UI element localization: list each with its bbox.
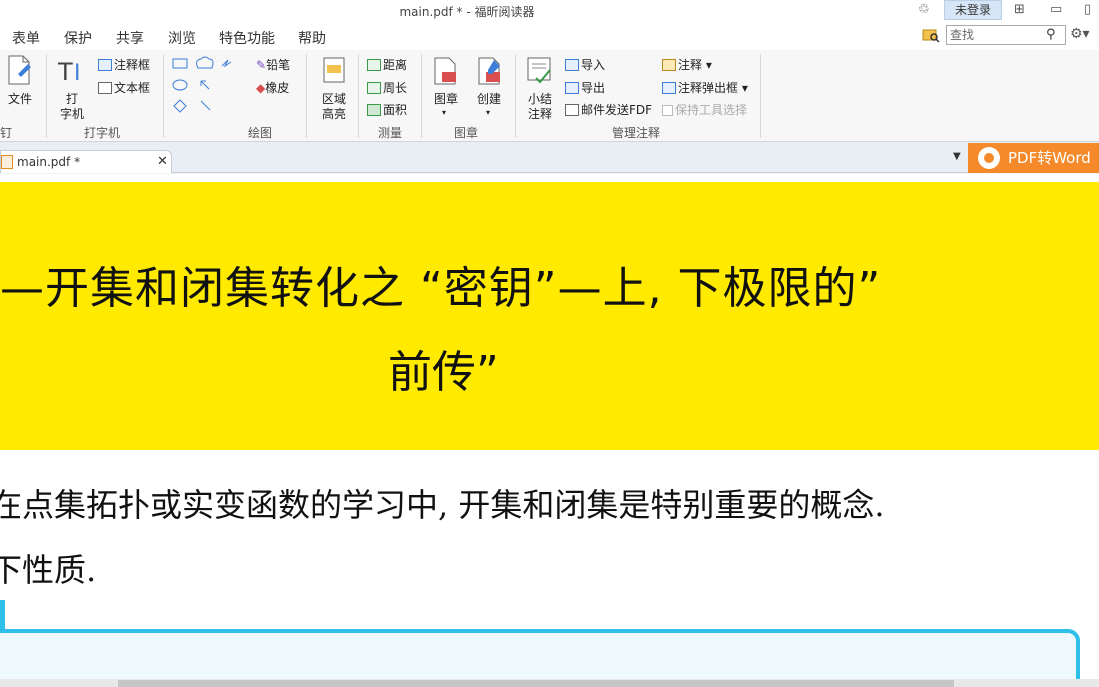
area-highlight-icon[interactable] xyxy=(322,56,346,84)
document-viewport[interactable] xyxy=(0,174,1099,687)
popup-dropdown[interactable]: 注释弹出框 ▾ xyxy=(662,79,748,96)
import-icon xyxy=(565,59,579,71)
menu-help[interactable]: 帮助 xyxy=(298,28,326,48)
file-label: 文件 xyxy=(8,92,33,106)
pencil-tool[interactable]: ✎铅笔 xyxy=(256,56,290,73)
perimeter-tool[interactable]: 周长 xyxy=(367,79,407,96)
pin-group-label: 钉 xyxy=(0,126,13,140)
measure-group-label: 测量 xyxy=(378,126,403,140)
summary-label-2: 注释 xyxy=(528,107,553,121)
document-heading-line-2: 前传” xyxy=(388,347,499,398)
title-bar: main.pdf * - 福昕阅读器 ♲ 未登录 ⊞ ▭ ▯ xyxy=(0,0,1099,22)
export-icon xyxy=(565,82,579,94)
menu-form[interactable]: 表单 xyxy=(12,28,40,48)
stamp-icon[interactable] xyxy=(432,56,460,86)
checkbox-icon xyxy=(662,105,673,116)
separator xyxy=(358,54,359,138)
stamp-dropdown-icon[interactable]: ▾ xyxy=(442,105,446,120)
eraser-tool[interactable]: ◆橡皮 xyxy=(256,79,289,96)
document-tab-strip: main.pdf * ✕ xyxy=(0,142,1099,173)
typewriter-icon[interactable]: T I xyxy=(58,58,88,84)
note-box-tool[interactable]: 注释框 xyxy=(98,56,150,73)
stamp-group-label: 图章 xyxy=(454,126,479,140)
separator xyxy=(163,54,164,138)
file-pin-icon[interactable] xyxy=(6,54,34,86)
pdf-file-icon xyxy=(1,155,13,169)
shape-tools[interactable] xyxy=(170,56,242,116)
email-icon xyxy=(565,104,579,116)
typewriter-label-2: 字机 xyxy=(60,107,85,121)
area-highlight-label-2: 高亮 xyxy=(322,107,347,121)
import-tool[interactable]: 导入 xyxy=(565,56,605,73)
ribbon-toolbar: 文件 钉 T I 打 字机 注释框 文本框 打字机 ✎铅笔 ◆橡皮 绘图 区域 … xyxy=(0,50,1099,142)
menu-protect[interactable]: 保护 xyxy=(64,28,92,48)
create-dropdown-icon[interactable]: ▾ xyxy=(486,105,490,120)
svg-text:T: T xyxy=(58,58,73,84)
annotation-icon xyxy=(662,59,676,71)
maximize-icon[interactable]: ▯ xyxy=(1084,2,1091,17)
eraser-icon: ◆ xyxy=(256,81,266,95)
draw-group-label: 绘图 xyxy=(248,126,273,140)
pencil-icon: ✎ xyxy=(256,58,267,72)
create-stamp-icon[interactable] xyxy=(476,56,504,86)
document-heading-line-1: —开集和闭集转化之 “密钥”—上, 下极限的” xyxy=(0,263,882,314)
popup-icon xyxy=(662,82,676,94)
summary-label-1: 小结 xyxy=(528,92,553,106)
minimize-icon[interactable]: ▭ xyxy=(1050,2,1062,17)
area-highlight-label-1: 区域 xyxy=(322,92,347,106)
folder-search-icon[interactable] xyxy=(922,27,940,43)
menu-share[interactable]: 共享 xyxy=(116,28,144,48)
separator xyxy=(46,54,47,138)
perimeter-icon xyxy=(367,82,381,94)
gear-icon[interactable]: ⚙▾ xyxy=(1070,26,1090,42)
layout-icon[interactable]: ⊞ xyxy=(1014,2,1025,17)
separator xyxy=(306,54,307,138)
document-tab-label: main.pdf * xyxy=(17,155,81,169)
area-icon xyxy=(367,104,381,116)
svg-text:I: I xyxy=(74,61,81,84)
separator xyxy=(760,54,761,138)
ruler-icon xyxy=(367,59,381,71)
bell-icon[interactable]: ♲ xyxy=(918,2,930,17)
pdf-to-word-logo-icon xyxy=(978,147,1000,169)
separator xyxy=(515,54,516,138)
note-box-icon xyxy=(98,59,112,71)
window-title: main.pdf * - 福昕阅读器 xyxy=(399,5,535,19)
tab-list-dropdown-icon[interactable]: ▼ xyxy=(953,151,961,162)
annotation-dropdown[interactable]: 注释 ▾ xyxy=(662,56,712,73)
summary-annotation-icon[interactable] xyxy=(526,56,554,86)
typewriter-label-1: 打 xyxy=(66,92,79,106)
document-body-line-2: 下性质. xyxy=(0,551,97,589)
menu-features[interactable]: 特色功能 xyxy=(219,28,275,48)
text-box-tool[interactable]: 文本框 xyxy=(98,79,150,96)
area-tool[interactable]: 面积 xyxy=(367,101,407,118)
document-tab[interactable]: main.pdf * ✕ xyxy=(0,150,172,173)
distance-tool[interactable]: 距离 xyxy=(367,56,407,73)
title-banner xyxy=(0,182,1099,450)
keep-tool-checkbox[interactable]: 保持工具选择 xyxy=(662,101,747,118)
export-tool[interactable]: 导出 xyxy=(565,79,605,96)
login-button[interactable]: 未登录 xyxy=(944,0,1002,20)
close-icon[interactable]: ✕ xyxy=(157,154,168,169)
document-body-line-1: 在点集拓扑或实变函数的学习中, 开集和闭集是特别重要的概念. xyxy=(0,486,885,524)
separator xyxy=(421,54,422,138)
text-box-icon xyxy=(98,82,112,94)
typewriter-group-label: 打字机 xyxy=(84,126,121,140)
menu-view[interactable]: 浏览 xyxy=(168,28,196,48)
manage-group-label: 管理注释 xyxy=(612,126,661,140)
search-icon[interactable]: ⚲ xyxy=(1046,27,1056,42)
email-fdf-tool[interactable]: 邮件发送FDF xyxy=(565,101,652,118)
horizontal-scrollbar-thumb[interactable] xyxy=(118,680,954,687)
